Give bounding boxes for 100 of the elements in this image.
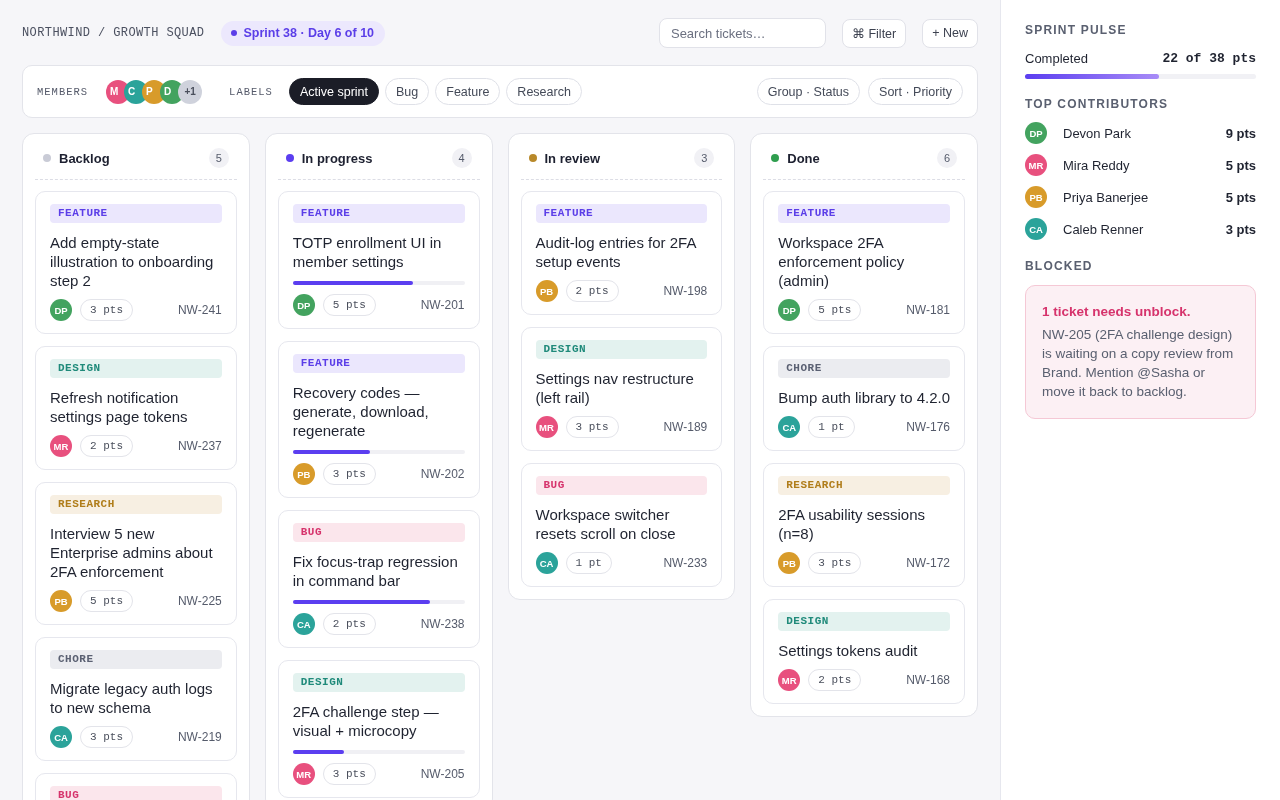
contributor-points: 5 pts <box>1225 157 1256 173</box>
ticket-card[interactable]: RESEARCH Interview 5 new Enterprise admins about 2FA enforcement PB 5 pts NW-225 <box>35 482 237 625</box>
ticket-card[interactable]: BUG <box>35 773 237 800</box>
ticket-id: NW-201 <box>420 298 465 312</box>
ticket-card[interactable]: FEATURE Audit-log entries for 2FA setup events PB 2 pts NW-198 <box>520 191 723 315</box>
contributor-name: Priya Banerjee <box>1063 189 1149 205</box>
tag-label: DESIGN <box>292 673 465 692</box>
tag-label: BUG <box>535 476 708 495</box>
tag-label: CHORE <box>50 650 222 669</box>
ticket-title: 2FA challenge step — visual + microcopy <box>292 702 440 740</box>
ticket-id: NW-238 <box>420 617 465 631</box>
sprint-text: Sprint 38 · Day 6 of 10 <box>243 26 375 40</box>
completed-value: 22 of 38 pts <box>1162 51 1256 66</box>
label-chip[interactable]: Bug <box>385 78 430 105</box>
ticket-card[interactable]: DESIGN Settings nav restructure (left rail) MR 3 pts NW-189 <box>520 327 723 451</box>
assignee-avatar: DP <box>292 294 315 316</box>
contributor-name: Devon Park <box>1063 125 1131 141</box>
tag-label: DESIGN <box>50 359 222 378</box>
ticket-card[interactable]: FEATURE Recovery codes — generate, download, regenerate PB 3 pts NW-202 <box>277 341 480 498</box>
ticket-id: NW-168 <box>906 673 950 687</box>
assignee-avatar: MR <box>778 669 801 691</box>
ticket-id: NW-219 <box>177 730 222 744</box>
column-title: In review <box>544 150 601 166</box>
tag-label: FEATURE <box>535 204 708 223</box>
column-title: Done <box>787 150 820 166</box>
count-badge: 3 <box>694 148 715 168</box>
assignee-avatar: MR <box>292 763 315 785</box>
ticket-title: Refresh notification settings page tokens <box>50 388 189 426</box>
breadcrumb: NORTHWIND / GROWTH SQUAD <box>22 26 205 40</box>
contributor-points: 5 pts <box>1225 189 1256 205</box>
ticket-title: Workspace switcher resets scroll on close <box>535 505 677 543</box>
more-members-avatar[interactable]: +1 <box>178 79 203 104</box>
new-button[interactable]: + New <box>922 18 978 48</box>
ticket-title: Interview 5 new Enterprise admins about 2FA enforcement <box>50 524 214 581</box>
tag-label: DESIGN <box>535 340 708 359</box>
contributor-name: Mira Reddy <box>1063 157 1130 173</box>
tag-label: FEATURE <box>292 354 465 373</box>
ticket-card[interactable]: CHORE Bump auth library to 4.2.0 CA 1 pt NW-176 <box>763 346 965 451</box>
assignee-avatar: DP <box>778 299 801 321</box>
contributor-points: 3 pts <box>1225 221 1256 237</box>
ticket-title: Settings tokens audit <box>778 641 919 660</box>
sort-button[interactable]: Sort · Priority <box>868 78 963 105</box>
tag-label: RESEARCH <box>778 476 950 495</box>
section-title: TOP CONTRIBUTORS <box>1025 97 1170 111</box>
section-title: BLOCKED <box>1025 259 1094 273</box>
filter-button[interactable]: ⌘ Filter <box>841 18 907 48</box>
label-chip[interactable]: Active sprint <box>288 78 379 105</box>
ticket-card[interactable]: DESIGN Refresh notification settings page tokens MR 2 pts NW-237 <box>35 346 237 470</box>
ticket-id: NW-233 <box>663 556 708 570</box>
ticket-title: Bump auth library to 4.2.0 <box>778 388 950 407</box>
assignee-avatar: MR <box>535 416 558 438</box>
completed-label: Completed <box>1025 51 1088 66</box>
ticket-id: NW-202 <box>420 467 465 481</box>
ticket-card[interactable]: FEATURE Workspace 2FA enforcement policy (admin) DP 5 pts NW-181 <box>763 191 965 334</box>
ticket-id: NW-237 <box>177 439 222 453</box>
tag-label: BUG <box>292 523 465 542</box>
assignee-avatar: PB <box>535 280 558 302</box>
tag-label: RESEARCH <box>50 495 222 514</box>
assignee-avatar: PB <box>50 590 72 612</box>
ticket-title: Audit-log entries for 2FA setup events <box>535 233 698 271</box>
tag-label: FEATURE <box>292 204 465 223</box>
ticket-card[interactable]: FEATURE TOTP enrollment UI in member settings DP 5 pts NW-201 <box>277 191 480 329</box>
members-label: MEMBERS <box>37 85 89 98</box>
group-button[interactable]: Group · Status <box>756 78 861 105</box>
ticket-card[interactable]: BUG Fix focus-trap regression in command bar CA 2 pts NW-238 <box>277 510 480 648</box>
ticket-id: NW-198 <box>663 284 708 298</box>
contributor-avatar: PB <box>1025 186 1047 208</box>
ticket-id: NW-176 <box>906 420 950 434</box>
assignee-avatar: CA <box>50 726 72 748</box>
label-chip[interactable]: Feature <box>435 78 501 105</box>
contributor-avatar: DP <box>1025 122 1047 144</box>
assignee-avatar: CA <box>292 613 315 635</box>
contributor-points: 9 pts <box>1225 125 1256 141</box>
assignee-avatar: MR <box>50 435 72 457</box>
label-chip[interactable]: Research <box>506 78 582 105</box>
ticket-card[interactable]: DESIGN 2FA challenge step — visual + microcopy MR 3 pts NW-205 <box>277 660 480 798</box>
ticket-card[interactable]: DESIGN Settings tokens audit MR 2 pts NW-168 <box>763 599 965 704</box>
count-badge: 4 <box>451 148 472 168</box>
blocked-title: 1 ticket needs unblock. <box>1042 304 1192 319</box>
search-field[interactable]: Search tickets… <box>658 18 826 48</box>
tag-label: DESIGN <box>778 612 950 631</box>
contributor-avatar: MR <box>1025 154 1047 176</box>
ticket-id: NW-189 <box>663 420 708 434</box>
ticket-card[interactable]: FEATURE Add empty-state illustration to onboarding step 2 DP 3 pts NW-241 <box>35 191 237 334</box>
assignee-avatar: PB <box>778 552 801 574</box>
column-title: In progress <box>301 150 373 166</box>
ticket-id: NW-181 <box>906 303 950 317</box>
ticket-card[interactable]: RESEARCH 2FA usability sessions (n=8) PB 3 pts NW-172 <box>763 463 965 587</box>
count-badge: 5 <box>208 148 229 168</box>
ticket-title: 2FA usability sessions (n=8) <box>778 505 926 543</box>
ticket-title: Fix focus-trap regression in command bar <box>292 552 459 590</box>
tag-label: BUG <box>50 786 222 800</box>
assignee-avatar: CA <box>535 552 558 574</box>
ticket-card[interactable]: CHORE Migrate legacy auth logs to new schema CA 3 pts NW-219 <box>35 637 237 761</box>
contributor-name: Caleb Renner <box>1063 221 1144 237</box>
assignee-avatar: PB <box>292 463 315 485</box>
ticket-card[interactable]: BUG Workspace switcher resets scroll on close CA 1 pt NW-233 <box>520 463 723 587</box>
ticket-title: Settings nav restructure (left rail) <box>535 369 695 407</box>
tag-label: FEATURE <box>50 204 222 223</box>
ticket-title: TOTP enrollment UI in member settings <box>292 233 443 271</box>
